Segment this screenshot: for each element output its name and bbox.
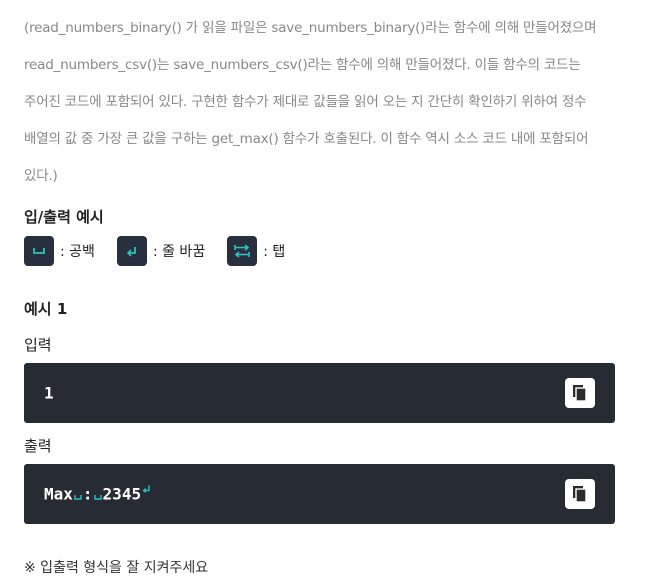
output-token: 2345 (102, 484, 142, 504)
space-icon (24, 236, 54, 266)
newline-icon (116, 236, 147, 266)
copy-output-button[interactable] (565, 479, 595, 509)
output-code-block: Max : 2345 (24, 464, 615, 524)
legend-newline: : 줄 바꿈 (116, 236, 206, 266)
description-line: 있다.) (24, 168, 58, 184)
newline-label: : 줄 바꿈 (152, 244, 206, 260)
legend-tab: : 탭 (227, 236, 285, 266)
description-line: 배열의 값 중 가장 큰 값을 구하는 get_max() 함수가 호출된다. … (24, 131, 589, 147)
output-value: Max : 2345 (44, 485, 151, 504)
problem-description: (read_numbers_binary() 가 읽을 파일은 save_num… (24, 10, 624, 195)
whitespace-legend: : 공백 : 줄 바꿈 : 탭 (24, 235, 307, 267)
legend-space: : 공백 (24, 236, 95, 266)
space-label: : 공백 (60, 244, 95, 260)
example-title: 예시 1 (24, 300, 68, 318)
output-label: 출력 (24, 437, 52, 455)
description-line: (read_numbers_binary() 가 읽을 파일은 save_num… (24, 20, 597, 36)
io-example-title: 입/출력 예시 (24, 208, 104, 226)
output-token: Max (44, 484, 73, 504)
copy-icon (573, 486, 587, 503)
description-line: read_numbers_csv()는 save_numbers_csv()라는… (24, 57, 581, 73)
input-label: 입력 (24, 336, 52, 354)
description-line: 주어진 코드에 포함되어 있다. 구현한 함수가 제대로 값들을 읽어 오는 지… (24, 94, 587, 110)
input-value: 1 (44, 383, 54, 403)
space-icon (93, 493, 102, 504)
format-footnote: ※ 입출력 형식을 잘 지켜주세요 (24, 560, 209, 576)
output-token: : (82, 484, 93, 504)
input-code-block: 1 (24, 363, 615, 423)
space-icon (74, 493, 82, 504)
tab-icon (227, 236, 258, 266)
copy-input-button[interactable] (565, 378, 595, 408)
tab-label: : 탭 (263, 244, 286, 260)
newline-icon (142, 483, 151, 498)
copy-icon (573, 385, 587, 402)
